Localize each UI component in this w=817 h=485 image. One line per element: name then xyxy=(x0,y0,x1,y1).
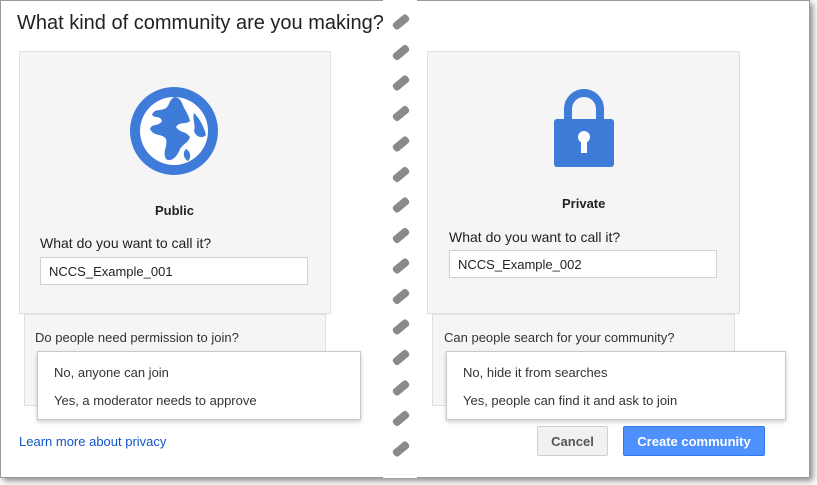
cancel-button[interactable]: Cancel xyxy=(537,426,608,456)
search-question: Can people search for your community? xyxy=(444,330,675,345)
create-community-button[interactable]: Create community xyxy=(623,426,765,456)
dialog-title: What kind of community are you making? xyxy=(17,12,384,34)
spiral-ring xyxy=(392,288,410,305)
spiral-ring xyxy=(392,258,410,274)
spiral-ring xyxy=(392,227,410,244)
spiral-ring xyxy=(392,166,410,183)
spiral-binding-divider xyxy=(383,0,417,478)
spiral-ring xyxy=(392,14,410,30)
spiral-ring xyxy=(392,44,410,61)
option-moderator-approve[interactable]: Yes, a moderator needs to approve xyxy=(54,393,257,408)
learn-more-privacy-link[interactable]: Learn more about privacy xyxy=(19,434,166,449)
private-name-field[interactable] xyxy=(449,250,717,278)
permission-dropdown-menu: No, anyone can join Yes, a moderator nee… xyxy=(37,351,361,420)
permission-question: Do people need permission to join? xyxy=(35,330,239,345)
public-name-field[interactable] xyxy=(40,257,308,285)
spiral-ring xyxy=(392,380,410,396)
spiral-ring xyxy=(392,349,410,366)
private-label: Private xyxy=(562,196,606,211)
option-anyone-can-join[interactable]: No, anyone can join xyxy=(54,365,169,380)
globe-icon xyxy=(130,87,218,175)
spiral-ring xyxy=(392,410,410,427)
spiral-ring xyxy=(392,319,410,335)
search-dropdown-menu: No, hide it from searches Yes, people ca… xyxy=(446,351,786,420)
private-name-question: What do you want to call it? xyxy=(449,229,621,245)
spiral-ring xyxy=(392,441,410,457)
lock-icon xyxy=(554,89,614,167)
spiral-ring xyxy=(392,136,410,152)
public-label: Public xyxy=(155,203,195,218)
option-findable-ask-to-join[interactable]: Yes, people can find it and ask to join xyxy=(463,393,677,408)
spiral-ring xyxy=(392,197,410,213)
spiral-ring xyxy=(392,75,410,91)
option-hide-from-searches[interactable]: No, hide it from searches xyxy=(463,365,608,380)
spiral-ring xyxy=(392,105,410,122)
public-name-question: What do you want to call it? xyxy=(40,235,212,251)
